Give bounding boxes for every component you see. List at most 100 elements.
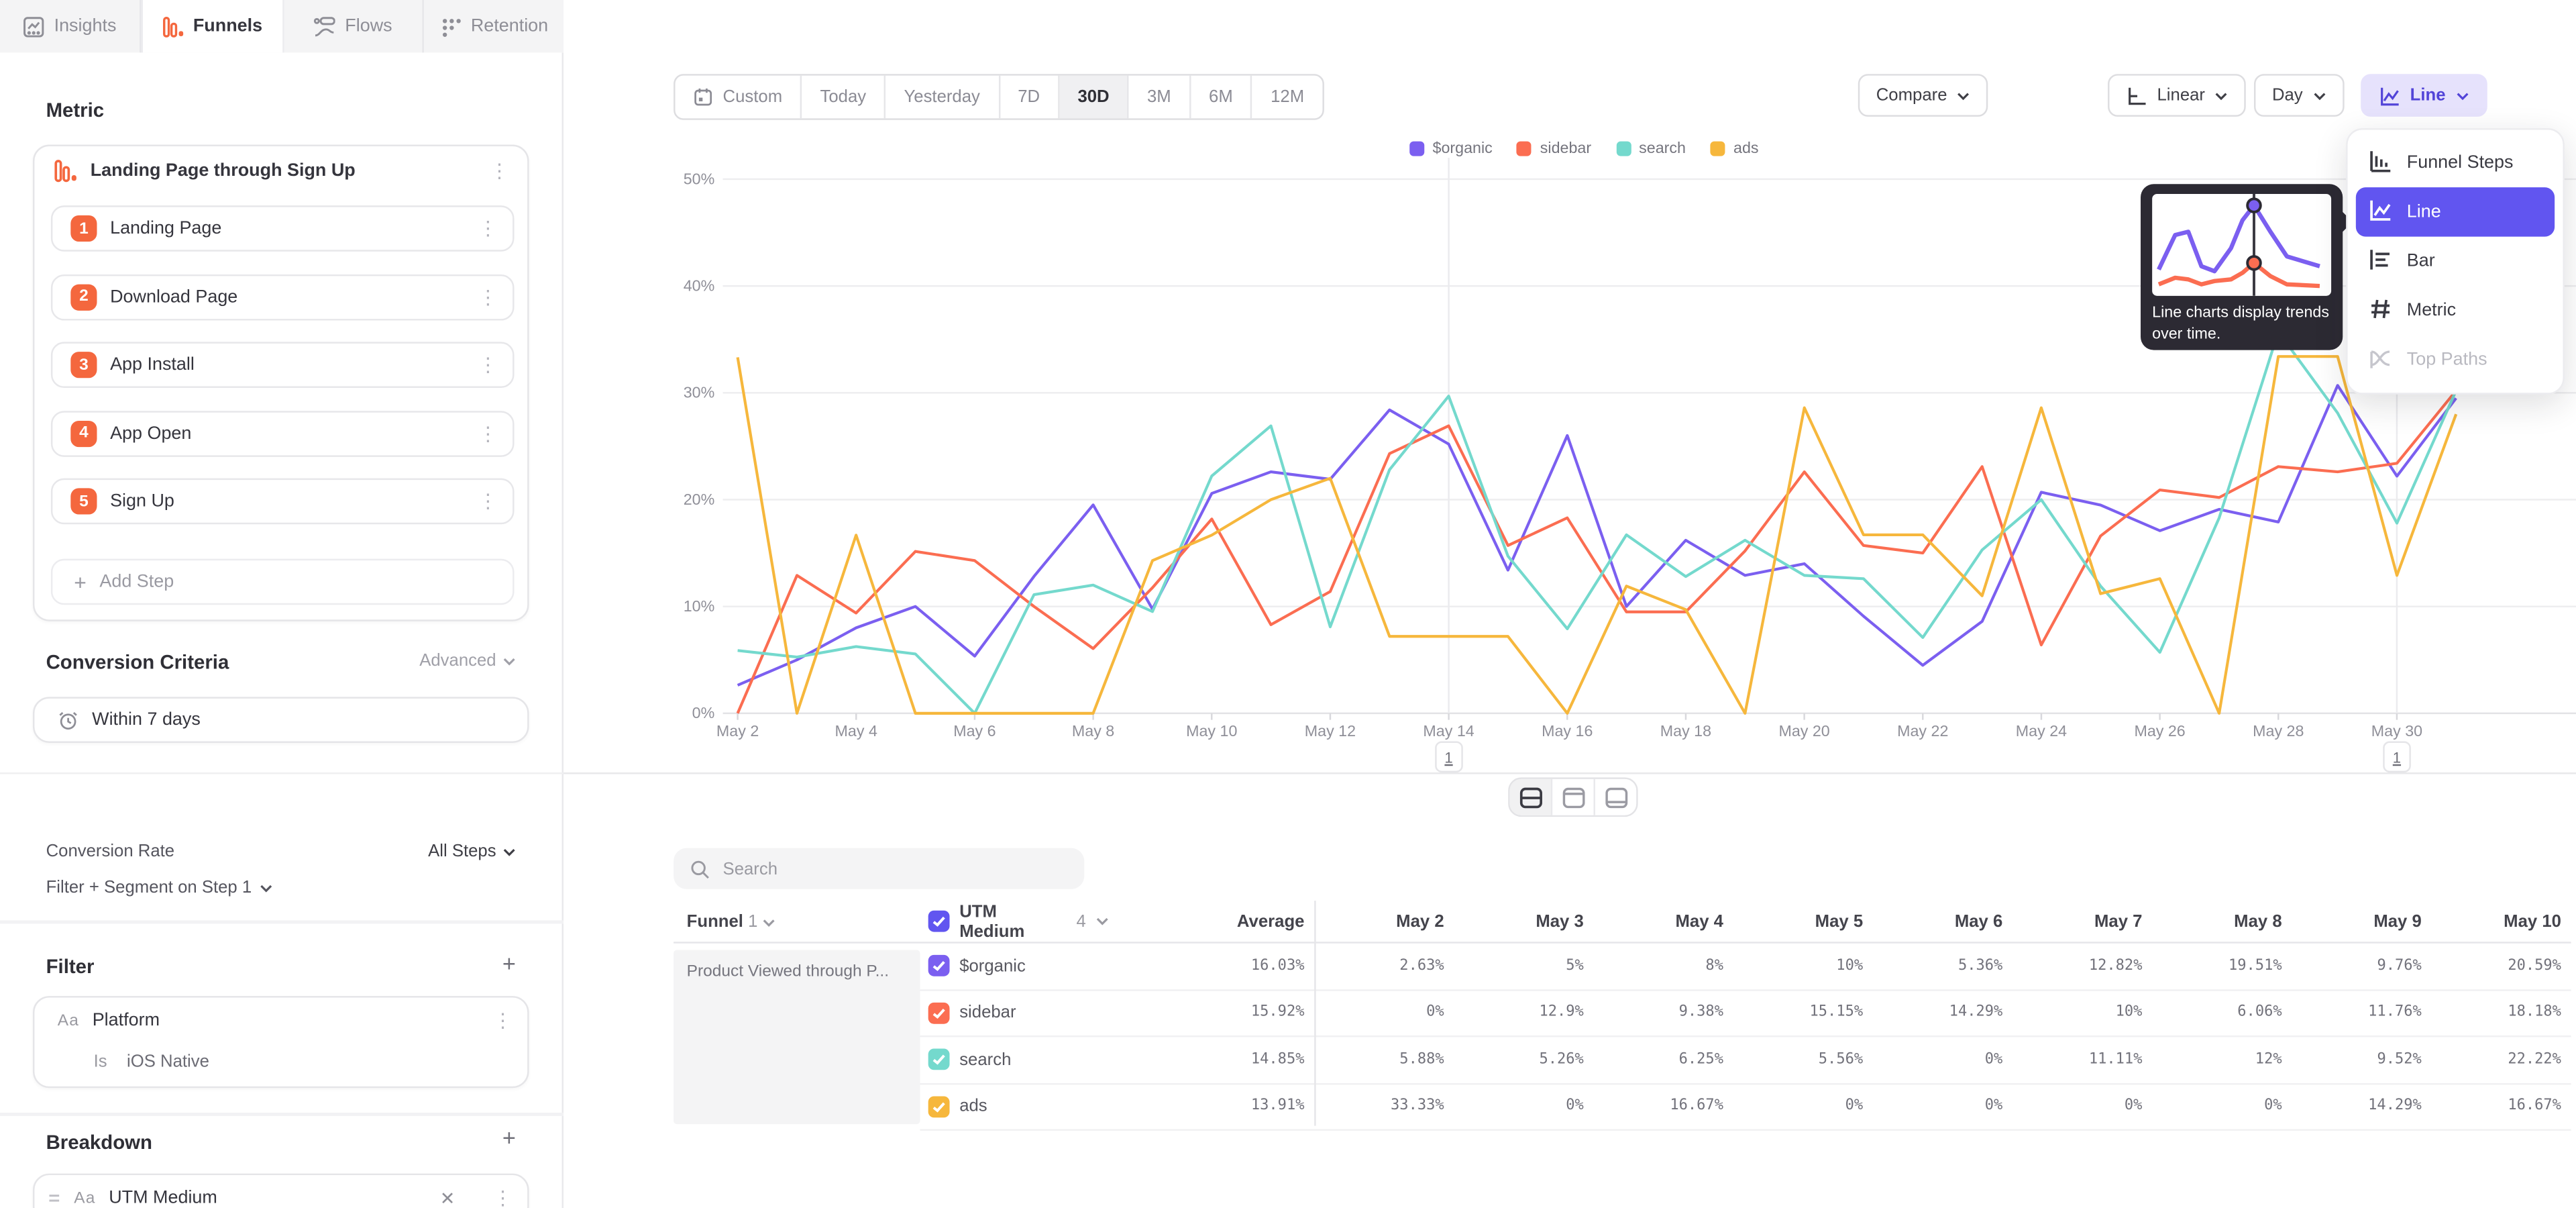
step-kebab-icon[interactable]: ⋮	[464, 423, 513, 443]
day-column-header[interactable]: May 6	[1873, 911, 2012, 931]
legend-item[interactable]: search	[1616, 140, 1686, 158]
table-header-row: Funnel 1 UTM Medium 4 Average May 2May 3…	[674, 901, 2571, 944]
day-column-header[interactable]: May 8	[2152, 911, 2292, 931]
funnel-step-row[interactable]: 3 App Install ⋮	[51, 342, 515, 388]
funnel-title-row[interactable]: Landing Page through Sign Up	[54, 160, 356, 183]
step-kebab-icon[interactable]: ⋮	[464, 355, 513, 374]
add-step-button[interactable]: + Add Step	[51, 559, 515, 605]
day-value: 33.33%	[1314, 1099, 1454, 1115]
menu-item-label: Metric	[2407, 301, 2456, 320]
menu-item-line[interactable]: Line	[2356, 187, 2555, 236]
series-cell[interactable]: sidebar	[920, 1002, 1109, 1023]
day-column-header[interactable]: May 3	[1454, 911, 1593, 931]
remove-breakdown-icon[interactable]: ✕	[430, 1187, 465, 1208]
breakdown-card[interactable]: Aa UTM Medium ✕ ⋮	[33, 1174, 529, 1208]
breakdown-kebab-icon[interactable]: ⋮	[478, 1189, 527, 1208]
tab-insights[interactable]: Insights	[0, 0, 141, 52]
day-value: 5.26%	[1454, 1052, 1593, 1068]
menu-item-bar[interactable]: Bar	[2356, 237, 2555, 286]
y-axis-label: 50%	[665, 171, 714, 189]
legend-item[interactable]: sidebar	[1517, 140, 1592, 158]
select-all-checkbox[interactable]	[928, 911, 950, 932]
series-checkbox[interactable]	[928, 1002, 950, 1023]
property-type-icon: Aa	[58, 1011, 79, 1029]
legend-swatch	[1409, 142, 1424, 156]
annotation-badge[interactable]: 1	[2383, 741, 2411, 772]
day-column-header[interactable]: May 9	[2292, 911, 2431, 931]
funnel-step-row[interactable]: 2 Download Page ⋮	[51, 274, 515, 320]
day-column-header[interactable]: May 10	[2431, 911, 2571, 931]
legend-item[interactable]: ads	[1711, 140, 1759, 158]
query-sidebar: Metric Landing Page through Sign Up ⋮ 1 …	[0, 52, 564, 1208]
menu-item-label: Funnel Steps	[2407, 153, 2514, 172]
funnel-step-row[interactable]: 1 Landing Page ⋮	[51, 205, 515, 252]
step-label: App Install	[110, 355, 464, 374]
menu-item-metric[interactable]: Metric	[2356, 286, 2555, 335]
filter-kebab-icon[interactable]: ⋮	[478, 1011, 527, 1030]
day-column-header[interactable]: May 7	[2012, 911, 2152, 931]
tab-funnels[interactable]: Funnels	[141, 0, 283, 52]
table-search-input[interactable]: Search	[674, 848, 1084, 889]
drag-handle-icon[interactable]	[48, 1192, 61, 1205]
step-kebab-icon[interactable]: ⋮	[464, 491, 513, 511]
series-checkbox[interactable]	[928, 1049, 950, 1070]
advanced-dropdown[interactable]: Advanced	[419, 651, 516, 670]
legend-label: sidebar	[1540, 140, 1591, 158]
funnel-kebab-icon[interactable]: ⋮	[475, 161, 524, 181]
layout-chart-button[interactable]	[1552, 779, 1595, 815]
series-cell[interactable]: ads	[920, 1096, 1109, 1117]
day-value: 5.88%	[1314, 1052, 1454, 1068]
add-filter-icon[interactable]: +	[502, 950, 516, 976]
tab-label: Insights	[54, 16, 117, 36]
x-axis-label: May 18	[1660, 723, 1711, 742]
filter-value[interactable]: iOS Native	[127, 1052, 209, 1071]
funnel-name-cell[interactable]: Product Viewed through P...	[674, 950, 920, 1125]
line-chart: 0%10%20%30%40%50%May 2May 4May 6May 8May…	[564, 0, 2576, 772]
report-tabbar: Insights Funnels Flows Retention	[0, 0, 564, 52]
menu-item-funnel-steps[interactable]: Funnel Steps	[2356, 138, 2555, 187]
series-checkbox[interactable]	[928, 955, 950, 976]
day-value: 14.29%	[1873, 1005, 2012, 1021]
x-axis-label: May 2	[716, 723, 759, 742]
step-kebab-icon[interactable]: ⋮	[464, 219, 513, 238]
funnel-step-row[interactable]: 5 Sign Up ⋮	[51, 479, 515, 525]
line-chart-tooltip: Line charts display trends over time.	[2141, 184, 2343, 350]
day-column-header[interactable]: May 4	[1594, 911, 1733, 931]
day-value: 16.67%	[1594, 1099, 1733, 1115]
property-type-icon: Aa	[74, 1189, 95, 1207]
filter-segment-dropdown[interactable]: Filter + Segment on Step 1	[46, 878, 273, 897]
step-kebab-icon[interactable]: ⋮	[464, 287, 513, 306]
step-number-badge: 2	[70, 283, 97, 309]
search-placeholder: Search	[723, 859, 778, 878]
average-column-header[interactable]: Average	[1109, 911, 1314, 931]
step-label: App Open	[110, 423, 464, 443]
bar-chart-icon	[2369, 248, 2392, 276]
series-cell[interactable]: $organic	[920, 955, 1109, 976]
add-breakdown-icon[interactable]: +	[502, 1124, 516, 1150]
series-cell[interactable]: search	[920, 1049, 1109, 1070]
table-row: sidebar 15.92%0%12.9%9.38%15.15%14.29%10…	[920, 991, 2571, 1038]
filter-operator[interactable]: Is	[94, 1052, 107, 1071]
day-column-header[interactable]: May 2	[1314, 911, 1454, 931]
chevron-down-icon	[1096, 917, 1110, 925]
conversion-rate-label: Conversion Rate	[46, 842, 175, 861]
layout-table-button[interactable]	[1595, 779, 1636, 815]
table-row: ads 13.91%33.33%0%16.67%0%0%0%0%14.29%16…	[920, 1084, 2571, 1131]
average-value: 14.85%	[1109, 1052, 1314, 1068]
all-steps-dropdown[interactable]: All Steps	[428, 842, 516, 861]
funnel-step-row[interactable]: 4 App Open ⋮	[51, 410, 515, 456]
series-checkbox[interactable]	[928, 1096, 950, 1117]
metric-icon	[2369, 297, 2392, 325]
layout-split-button[interactable]	[1510, 779, 1553, 815]
day-column-header[interactable]: May 5	[1733, 911, 1873, 931]
funnel-column-header[interactable]: Funnel 1	[674, 911, 920, 931]
legend-item[interactable]: $organic	[1409, 140, 1493, 158]
day-value: 10%	[1733, 958, 1873, 974]
annotation-badge[interactable]: 1	[1435, 741, 1463, 772]
tab-retention[interactable]: Retention	[424, 0, 564, 52]
conversion-window-row[interactable]: Within 7 days	[33, 697, 529, 743]
x-axis-label: May 10	[1186, 723, 1237, 742]
breakdown-column-header[interactable]: UTM Medium 4	[920, 901, 1109, 941]
filter-card[interactable]: Aa Platform ⋮ Is iOS Native	[33, 996, 529, 1088]
tab-flows[interactable]: Flows	[283, 0, 424, 52]
